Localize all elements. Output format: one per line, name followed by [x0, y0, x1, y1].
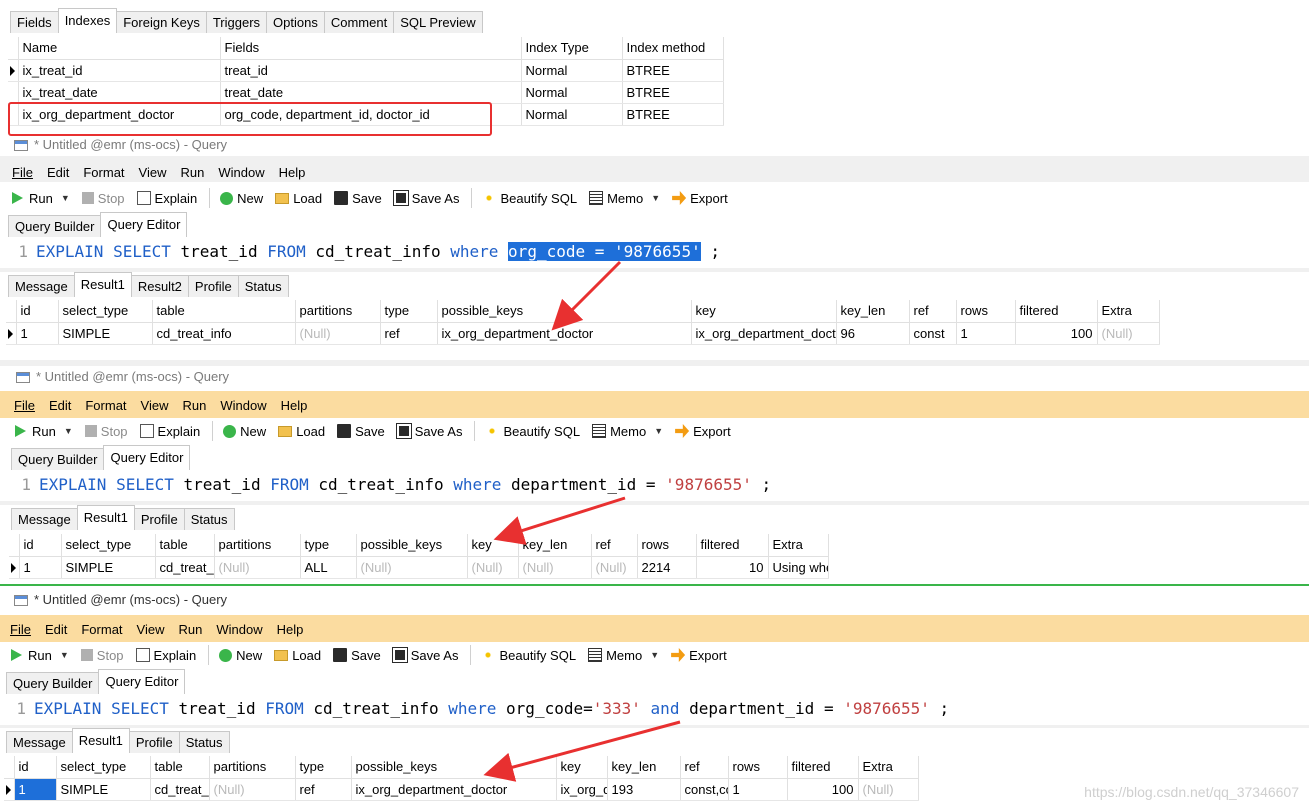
tab-query-editor[interactable]: Query Editor: [100, 212, 188, 237]
annotation-arrow: [493, 496, 626, 545]
annotation-arrow: [483, 720, 681, 782]
tab-query-editor[interactable]: Query Editor: [98, 669, 186, 694]
tab-indexes[interactable]: Indexes: [57, 8, 118, 33]
tab-result1[interactable]: Result1: [76, 505, 135, 530]
annotation-arrow: [551, 260, 622, 331]
watermark: https://blog.csdn.net/qq_37346607: [1084, 784, 1299, 800]
tab-query-editor[interactable]: Query Editor: [103, 445, 191, 470]
tab-result1[interactable]: Result1: [71, 728, 130, 753]
annotation-arrows: [483, 260, 681, 782]
tab-result1[interactable]: Result1: [73, 272, 132, 297]
